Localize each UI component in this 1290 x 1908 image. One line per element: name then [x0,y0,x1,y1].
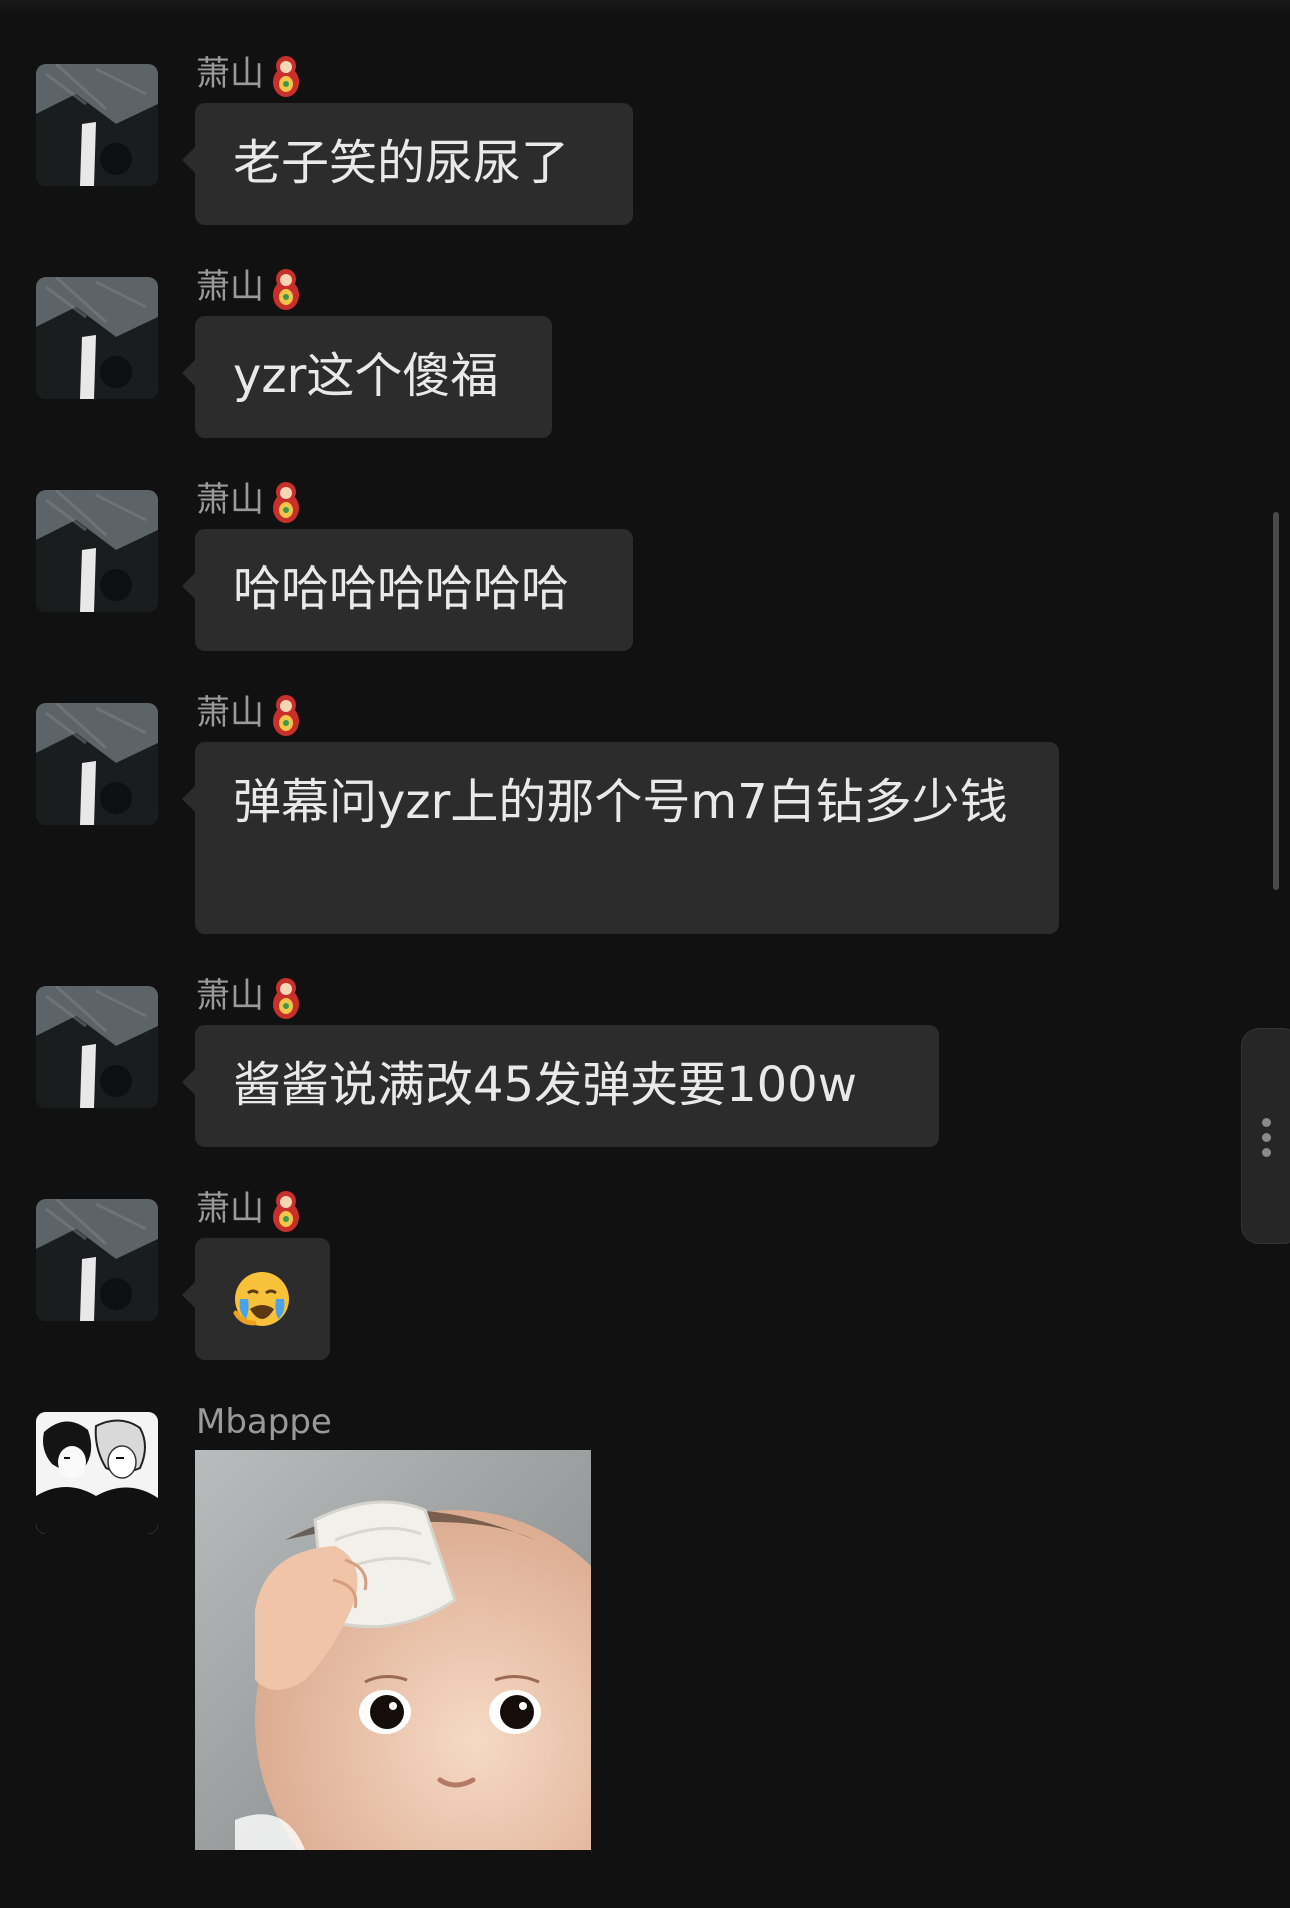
message-bubble[interactable]: 弹幕问yzr上的那个号m7白钻多少钱 [182,742,1059,934]
sender-label: 萧山 [196,267,264,307]
avatar[interactable] [36,277,158,399]
scrollbar[interactable] [1273,512,1279,890]
avatar[interactable] [36,703,158,825]
avatar[interactable] [36,986,158,1108]
avatar[interactable] [36,1412,158,1534]
message-text: 酱酱说满改45发弹夹要100w [233,1057,857,1113]
message-bubble[interactable]: 哈哈哈哈哈哈哈 [182,529,633,651]
baby-photo-image [195,1450,591,1850]
matryoshka-doll-icon [272,976,300,1020]
handle-dot [1262,1133,1271,1142]
handle-dot [1262,1148,1271,1157]
avatar[interactable] [36,64,158,186]
sender-name: 萧山 [196,52,300,98]
message-text: 老子笑的尿尿了 [233,135,570,191]
matryoshka-doll-icon [272,480,300,524]
avatar[interactable] [36,490,158,612]
matryoshka-doll-icon [272,1189,300,1233]
message-bubble[interactable]: 老子笑的尿尿了 [182,103,633,225]
sender-name: 萧山 [196,691,300,737]
message-text: 哈哈哈哈哈哈哈 [233,561,570,617]
sender-label: 萧山 [196,480,264,520]
sender-name: 萧山 [196,1187,300,1233]
message-bubble[interactable]: 😭 [182,1238,330,1360]
chat-screen: 萧山 老子笑的尿尿了 萧山 yzr这个傻福 萧山 哈哈哈哈哈哈哈 萧山 弹幕问y… [0,0,1290,1908]
sender-label: 萧山 [196,1189,264,1229]
sender-label: 萧山 [196,693,264,733]
message-bubble[interactable]: yzr这个傻福 [182,316,552,438]
handle-dot [1262,1118,1271,1127]
crying-face-icon [233,1272,289,1326]
matryoshka-doll-icon [272,693,300,737]
sender-name: 萧山 [196,265,300,311]
avatar[interactable] [36,1199,158,1321]
message-bubble[interactable]: 酱酱说满改45发弹夹要100w [182,1025,939,1147]
image-message[interactable] [195,1450,591,1850]
matryoshka-doll-icon [272,267,300,311]
message-text: 弹幕问yzr上的那个号m7白钻多少钱 [233,774,1008,830]
sender-name: 萧山 [196,974,300,1020]
top-bar-edge [0,0,1290,14]
sender-label: Mbappe [196,1402,332,1442]
message-text: yzr这个傻福 [233,348,499,404]
sender-name: 萧山 [196,478,300,524]
sender-name: Mbappe [196,1400,332,1444]
sender-label: 萧山 [196,54,264,94]
side-menu-handle[interactable] [1241,1028,1290,1244]
matryoshka-doll-icon [272,54,300,98]
sender-label: 萧山 [196,976,264,1016]
